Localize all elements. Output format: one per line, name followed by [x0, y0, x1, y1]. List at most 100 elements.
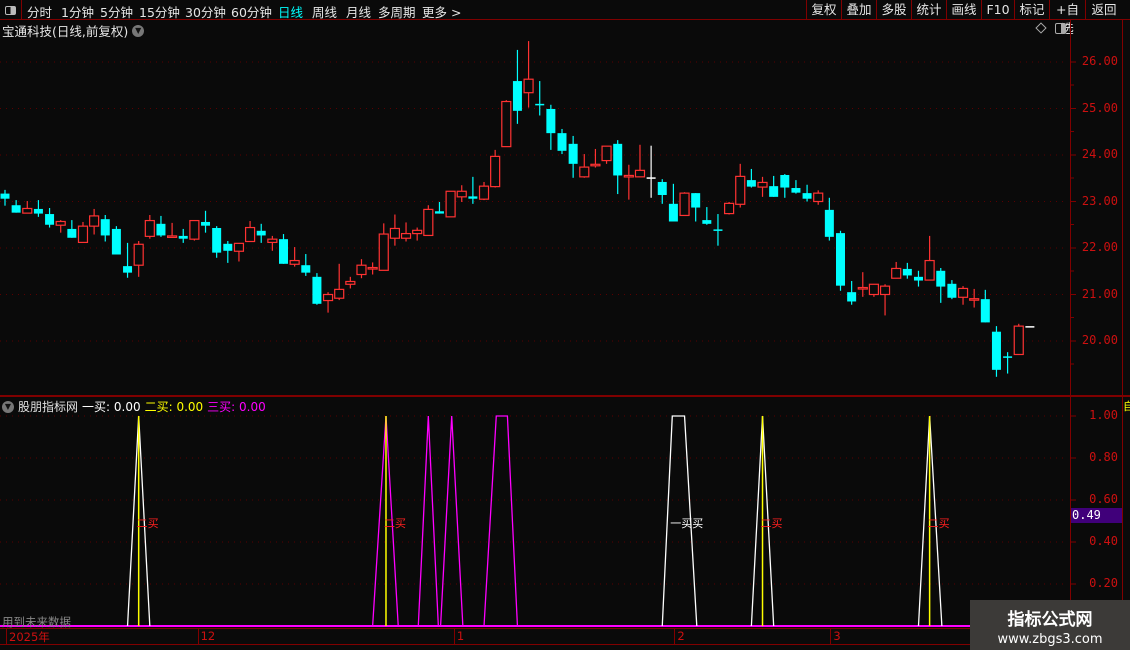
- candle-body: [535, 103, 545, 106]
- candle-body: [67, 228, 77, 238]
- candle-body: [634, 169, 646, 178]
- candle-body: [757, 181, 768, 188]
- candle-body: [178, 235, 188, 239]
- candle-body: [646, 177, 656, 179]
- price-label: 23.00: [1081, 193, 1118, 208]
- signal-line: [439, 415, 464, 627]
- signal-label: 一买买: [670, 517, 703, 530]
- candle-body: [389, 227, 400, 239]
- candle-body: [123, 266, 133, 273]
- candle-body: [702, 220, 712, 224]
- candle-body: [11, 205, 21, 213]
- time-axis: 2025年 12 1 2 3: [0, 628, 970, 645]
- indicator-label: 0.80: [1089, 450, 1118, 464]
- candle-body: [345, 280, 356, 285]
- candle-body: [691, 193, 701, 208]
- candle-body: [713, 229, 723, 231]
- signal-label: 二买: [137, 517, 159, 530]
- candle-body: [356, 264, 367, 276]
- candle-body: [322, 293, 334, 302]
- price-axis-line: [1070, 20, 1071, 630]
- candle-body: [913, 276, 923, 281]
- candle-body: [367, 266, 378, 270]
- candle-body: [523, 78, 534, 94]
- candle-body: [55, 220, 66, 226]
- candle-body: [657, 181, 667, 195]
- signal-line: [417, 415, 439, 627]
- candle-body: [802, 193, 812, 199]
- candle-body: [723, 202, 735, 215]
- candle-body: [201, 221, 211, 226]
- candle-body: [735, 175, 746, 205]
- candle-body: [791, 188, 801, 193]
- candle-body: [301, 265, 311, 273]
- candle-body: [312, 276, 322, 304]
- candle-body: [378, 233, 389, 271]
- candle-body: [334, 288, 345, 299]
- candle-body: [289, 259, 300, 265]
- candle-body: [868, 283, 880, 296]
- candle-body: [557, 133, 567, 151]
- candle-body: [623, 174, 634, 178]
- candle-body: [568, 143, 578, 164]
- candle-body: [957, 287, 969, 298]
- candle-body: [980, 299, 990, 323]
- side-tab[interactable]: 自: [1123, 398, 1130, 414]
- candle-body: [100, 219, 110, 236]
- candle-body: [947, 283, 957, 298]
- candle-body: [189, 219, 200, 240]
- candle-body: [847, 292, 857, 302]
- time-label: 1: [453, 629, 464, 644]
- candle-body: [679, 192, 690, 217]
- time-label: 12: [197, 629, 215, 644]
- candle-body: [133, 243, 144, 266]
- candle-body: [111, 228, 121, 255]
- candle-body: [824, 209, 834, 237]
- candle-body: [267, 238, 278, 244]
- indicator-legend-item: 三买: 0.00: [207, 400, 266, 414]
- side-tabs[interactable]: 自: [1123, 20, 1130, 630]
- candlestick-chart[interactable]: 二买 二买 一买买 二买 二买: [0, 0, 1130, 650]
- candle-body: [0, 193, 10, 199]
- signal-label: 二买: [761, 517, 783, 530]
- candle-body: [144, 219, 155, 237]
- candle-body: [590, 163, 601, 167]
- watermark: 指标公式网 www.zbgs3.com: [970, 600, 1130, 650]
- candle-body: [746, 180, 756, 187]
- candle-body: [902, 268, 912, 276]
- signal-label: 二买: [384, 517, 406, 530]
- candle-body: [780, 174, 790, 188]
- candle-body: [501, 100, 512, 148]
- signal-line: [483, 415, 519, 627]
- candle-body: [546, 108, 556, 134]
- indicator-name: 股朋指标网: [18, 400, 79, 414]
- panel-separator[interactable]: [0, 395, 1130, 397]
- price-label: 21.00: [1081, 286, 1118, 301]
- candle-body: [813, 192, 824, 203]
- watermark-title: 指标公式网: [1007, 610, 1093, 630]
- candle-body: [89, 215, 100, 227]
- candle-body: [279, 239, 288, 264]
- indicator-label: 0.40: [1089, 534, 1118, 548]
- indicator-legend-item: 二买: 0.00: [144, 400, 204, 414]
- indicator-legend-item: 一买: 0.00: [82, 400, 141, 414]
- candle-body: [936, 270, 946, 287]
- indicator-label: 0.20: [1089, 576, 1118, 590]
- price-label: 22.00: [1081, 240, 1118, 254]
- candle-body: [512, 81, 522, 111]
- indicator-label: 1.00: [1089, 408, 1118, 422]
- candle-body: [33, 208, 43, 214]
- candle-body: [456, 190, 467, 198]
- candle-body: [1003, 356, 1013, 358]
- candle-body: [891, 267, 902, 279]
- current-value-marker: 0.49: [1071, 508, 1122, 523]
- candle-body: [445, 190, 456, 218]
- candle-body: [22, 207, 33, 214]
- candle-body: [244, 226, 256, 243]
- candle-body: [490, 155, 501, 188]
- candle-body: [836, 233, 845, 286]
- candle-body: [156, 223, 166, 236]
- candle-body: [924, 259, 935, 281]
- chevron-down-icon[interactable]: ▼: [2, 400, 14, 413]
- candle-body: [167, 235, 178, 239]
